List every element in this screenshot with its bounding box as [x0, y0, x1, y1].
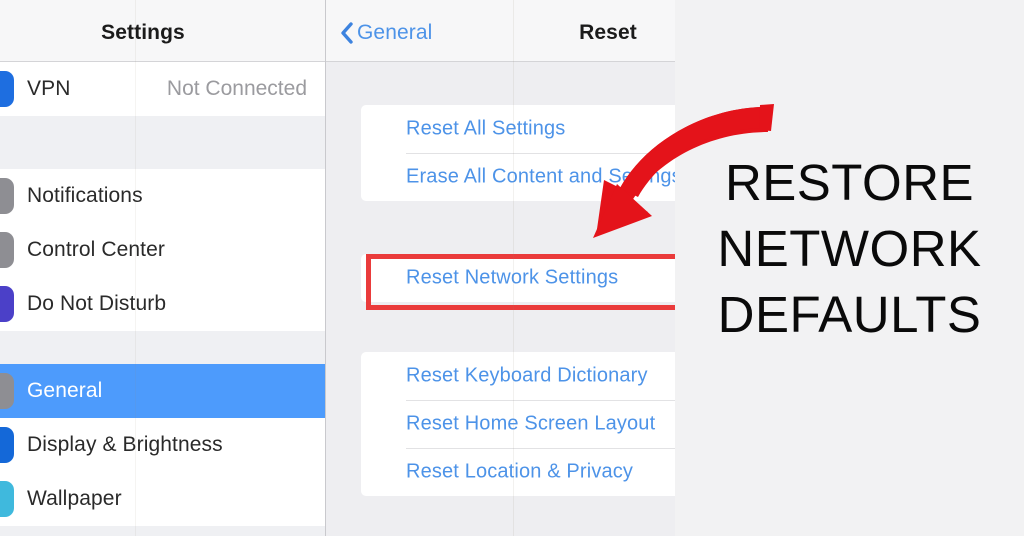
reset-options-group: Reset All Settings Erase All Content and …	[361, 105, 675, 201]
do-not-disturb-icon	[0, 286, 14, 322]
sidebar-group: VPN Not Connected	[0, 62, 326, 116]
sidebar-item-label: Notifications	[27, 184, 143, 207]
reset-option-label: Erase All Content and Settings	[406, 165, 675, 188]
reset-option-label: Reset Home Screen Layout	[406, 412, 656, 435]
sidebar-item-wallpaper[interactable]: Wallpaper	[0, 472, 326, 526]
sidebar-group-gap	[0, 116, 326, 169]
reset-option-label: Reset All Settings	[406, 117, 566, 140]
detail-header: General Reset	[326, 0, 675, 62]
back-button-label: General	[357, 21, 433, 44]
reset-options-group: Reset Keyboard Dictionary Reset Home Scre…	[361, 352, 675, 496]
wallpaper-icon	[0, 481, 14, 517]
detail-title: Reset	[579, 21, 637, 44]
sidebar-item-do-not-disturb[interactable]: Do Not Disturb	[0, 277, 326, 331]
settings-sidebar: Settings VPN Not Connected Notifications Co…	[0, 0, 326, 536]
sidebar-group-gap	[0, 526, 326, 536]
sidebar-item-label: Control Center	[27, 238, 165, 261]
screenshot-root: Settings VPN Not Connected Notifications Co…	[0, 0, 1024, 536]
sidebar-item-label: General	[27, 379, 103, 402]
sidebar-item-value: Not Connected	[166, 77, 307, 100]
sidebar-item-display-brightness[interactable]: Display & Brightness	[0, 418, 326, 472]
reset-option-reset-all-settings[interactable]: Reset All Settings	[361, 105, 675, 153]
back-button[interactable]: General	[340, 19, 432, 47]
reset-option-label: Reset Keyboard Dictionary	[406, 364, 648, 387]
reset-option-reset-home-screen-layout[interactable]: Reset Home Screen Layout	[361, 400, 675, 448]
reset-option-label: Reset Location & Privacy	[406, 460, 634, 483]
scan-artifact-line	[513, 0, 514, 536]
reset-detail-panel: General Reset Reset All Settings Erase Al…	[326, 0, 675, 536]
sidebar-item-label: Do Not Disturb	[27, 292, 167, 315]
sidebar-group: Notifications Control Center Do Not Distur…	[0, 169, 326, 331]
scan-artifact-line	[135, 0, 136, 536]
notifications-icon	[0, 178, 14, 214]
sidebar-header: Settings	[0, 0, 326, 62]
chevron-left-icon	[341, 22, 353, 44]
vpn-icon	[0, 71, 14, 107]
callout-line-1: RESTORE	[724, 154, 975, 211]
sidebar-item-label: VPN	[27, 77, 71, 100]
reset-options-group: Reset Network Settings	[361, 254, 675, 302]
reset-option-reset-keyboard-dictionary[interactable]: Reset Keyboard Dictionary	[361, 352, 675, 400]
callout-text-block: RESTORE NETWORK DEFAULTS	[675, 150, 1024, 348]
general-gear-icon	[0, 373, 14, 409]
sidebar-item-label: Display & Brightness	[27, 433, 223, 456]
sidebar-item-label: Wallpaper	[27, 487, 122, 510]
reset-option-reset-location-privacy[interactable]: Reset Location & Privacy	[361, 448, 675, 496]
callout-line-3: DEFAULTS	[717, 286, 982, 343]
control-center-icon	[0, 232, 14, 268]
reset-option-erase-all-content-and-settings[interactable]: Erase All Content and Settings	[361, 153, 675, 201]
sidebar-group-gap	[0, 331, 326, 364]
reset-option-reset-network-settings[interactable]: Reset Network Settings	[361, 254, 675, 302]
sidebar-item-vpn[interactable]: VPN Not Connected	[0, 62, 326, 116]
display-brightness-icon	[0, 427, 14, 463]
sidebar-item-control-center[interactable]: Control Center	[0, 223, 326, 277]
sidebar-group: General Display & Brightness Wallpaper	[0, 364, 326, 526]
sidebar-item-notifications[interactable]: Notifications	[0, 169, 326, 223]
callout-line-2: NETWORK	[717, 220, 982, 277]
sidebar-item-general[interactable]: General	[0, 364, 326, 418]
sidebar-title: Settings	[101, 21, 185, 44]
detail-header-divider	[326, 61, 675, 62]
